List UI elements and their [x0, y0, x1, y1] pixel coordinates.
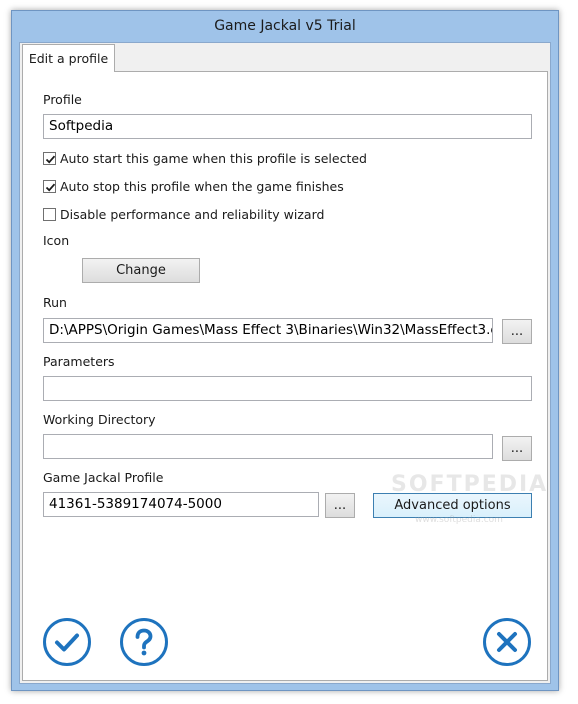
ok-button[interactable] [43, 618, 91, 666]
gj-profile-input[interactable]: 41361-5389174074-5000 [43, 492, 319, 517]
working-directory-label: Working Directory [43, 412, 156, 427]
working-directory-browse-button[interactable]: ... [502, 436, 532, 461]
auto-start-label: Auto start this game when this profile i… [60, 150, 367, 166]
checkmark-icon [55, 633, 79, 652]
question-icon [135, 628, 153, 656]
close-icon [497, 632, 517, 652]
gj-profile-browse-button[interactable]: ... [325, 493, 355, 518]
tab-edit-profile[interactable]: Edit a profile [22, 44, 115, 72]
tab-panel: Profile Softpedia Auto start this game w… [22, 71, 548, 681]
window-title: Game Jackal v5 Trial [214, 18, 356, 34]
working-directory-input[interactable] [43, 434, 493, 459]
checkbox-checked-icon [43, 151, 56, 165]
auto-start-checkbox[interactable]: Auto start this game when this profile i… [43, 149, 367, 167]
change-icon-button[interactable]: Change [82, 258, 200, 283]
auto-stop-checkbox[interactable]: Auto stop this profile when the game fin… [43, 177, 344, 195]
disable-wizard-label: Disable performance and reliability wiza… [60, 206, 325, 222]
checkbox-unchecked-icon [43, 207, 56, 221]
app-window: Game Jackal v5 Trial Edit a profile Prof… [11, 10, 559, 691]
parameters-input[interactable] [43, 376, 532, 401]
parameters-label: Parameters [43, 354, 115, 369]
gj-profile-label: Game Jackal Profile [43, 470, 164, 485]
cancel-button[interactable] [483, 618, 531, 666]
softpedia-watermark-url: www.softpedia.com [415, 515, 503, 525]
run-browse-button[interactable]: ... [502, 319, 532, 344]
profile-label: Profile [43, 92, 82, 107]
softpedia-watermark: SOFTPEDIA [391, 472, 549, 497]
checkbox-checked-icon [43, 179, 56, 193]
auto-stop-label: Auto stop this profile when the game fin… [60, 178, 344, 194]
profile-name-input[interactable]: Softpedia [43, 114, 532, 139]
help-button[interactable] [120, 618, 168, 666]
run-path-input[interactable]: D:\APPS\Origin Games\Mass Effect 3\Binar… [43, 318, 493, 343]
run-label: Run [43, 295, 67, 310]
client-area: Edit a profile Profile Softpedia Auto st… [19, 42, 551, 684]
icon-label: Icon [43, 233, 70, 248]
disable-wizard-checkbox[interactable]: Disable performance and reliability wiza… [43, 205, 324, 223]
